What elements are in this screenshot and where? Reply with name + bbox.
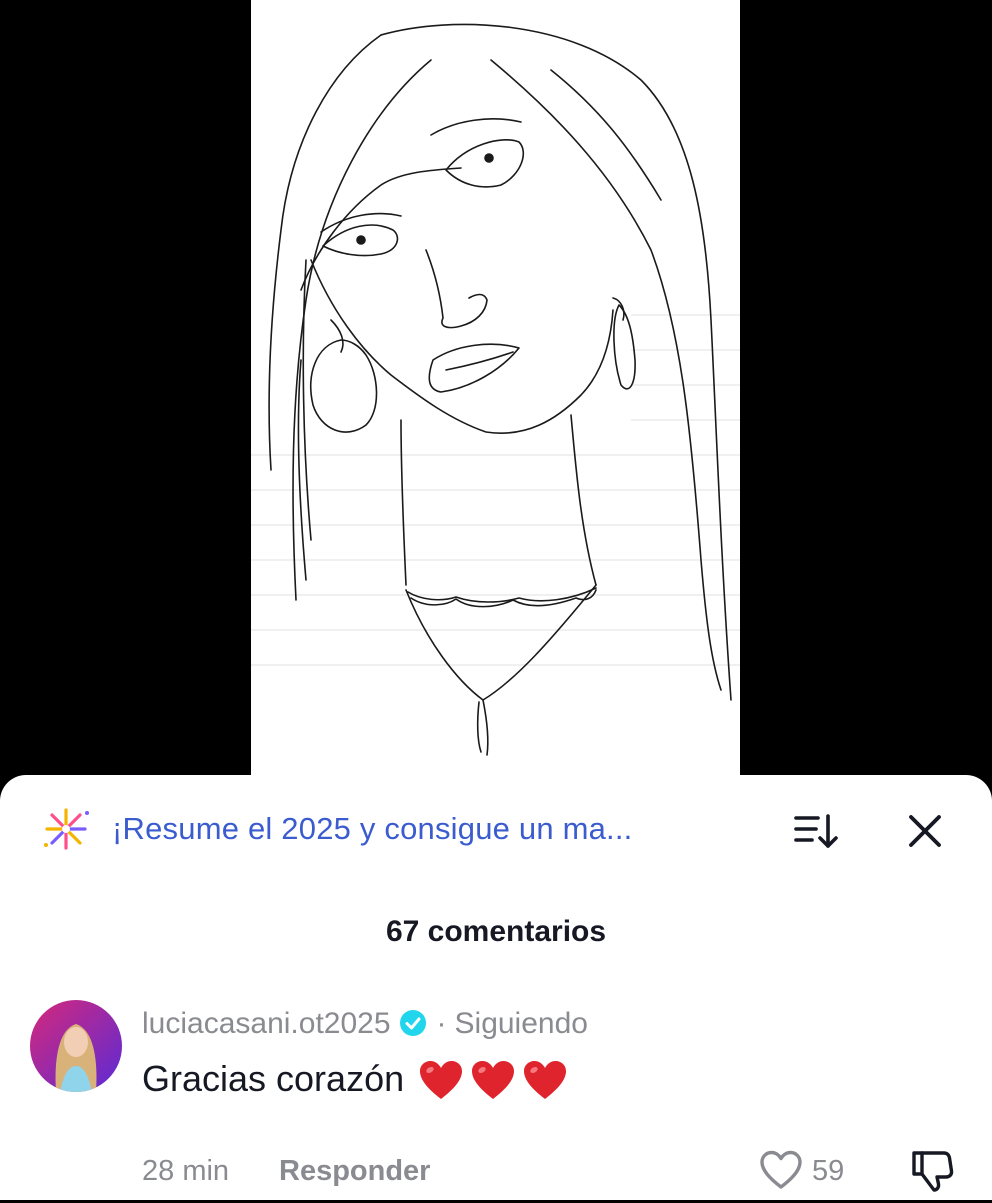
close-button[interactable] xyxy=(903,809,947,853)
comment-text: Gracias corazón xyxy=(142,1058,405,1099)
comment-count: 67 comentarios xyxy=(385,915,607,948)
video-player[interactable] xyxy=(0,0,992,800)
red-heart-emoji-icon xyxy=(472,1061,515,1099)
reply-button[interactable]: Responder xyxy=(279,1155,430,1188)
sort-descending-icon xyxy=(794,814,838,848)
red-heart-emoji-icon xyxy=(420,1061,463,1099)
heart-emojis xyxy=(418,1059,574,1110)
close-icon xyxy=(909,815,941,847)
comment-timestamp: 28 min xyxy=(142,1155,230,1187)
like-button[interactable] xyxy=(758,1147,804,1193)
verified-badge-icon xyxy=(399,1009,427,1037)
dislike-button[interactable] xyxy=(908,1147,956,1195)
thumbs-down-icon xyxy=(912,1151,954,1192)
comment-username[interactable]: luciacasani.ot2025 xyxy=(142,1007,391,1040)
sparkle-fireworks-icon xyxy=(40,805,92,853)
comments-sheet: ¡Resume el 2025 y consigue un ma... 67 c… xyxy=(0,775,992,1200)
heart-outline-icon xyxy=(760,1150,802,1189)
avatar[interactable] xyxy=(30,1000,122,1092)
comment-meta: luciacasani.ot2025 · Siguiendo xyxy=(142,1007,588,1041)
promo-banner[interactable]: ¡Resume el 2025 y consigue un ma... xyxy=(40,805,950,853)
red-heart-emoji-icon xyxy=(524,1061,567,1099)
sort-comments-button[interactable] xyxy=(790,809,840,853)
comment-footer: 28 min Responder 59 xyxy=(142,1150,972,1195)
promo-banner-text[interactable]: ¡Resume el 2025 y consigue un ma... xyxy=(112,811,633,847)
pencil-portrait-illustration xyxy=(251,23,740,756)
video-frame-drawing xyxy=(251,0,740,800)
meta-separator: · xyxy=(436,1007,447,1040)
following-status: Siguiendo xyxy=(454,1007,588,1040)
comment-body: Gracias corazón xyxy=(142,1058,574,1110)
comment-item: luciacasani.ot2025 · Siguiendo Gracias cor… xyxy=(0,1000,992,1200)
like-count: 59 xyxy=(812,1155,845,1187)
